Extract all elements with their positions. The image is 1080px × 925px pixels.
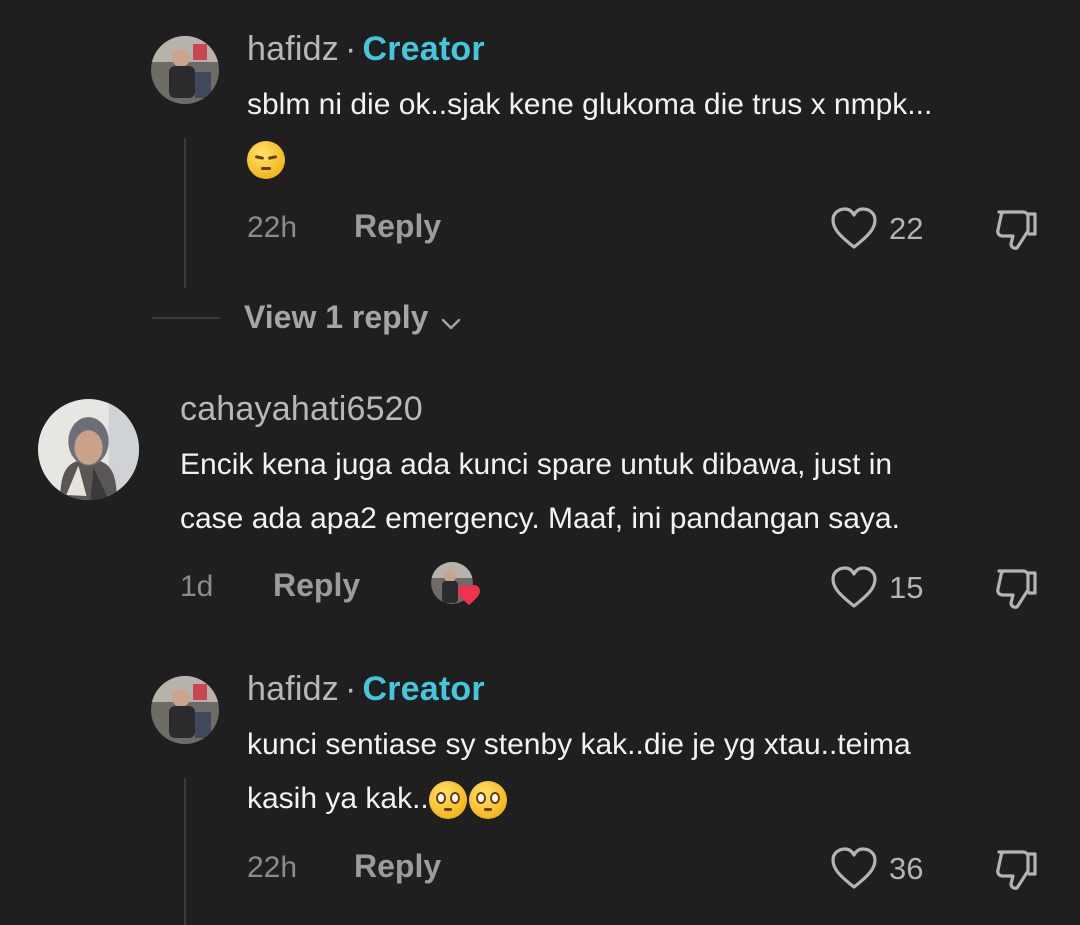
comment-text-line-with-emoji: kasih ya kak.. (247, 772, 911, 826)
separator: · (344, 670, 357, 708)
like-button[interactable] (830, 206, 878, 252)
like-count: 36 (889, 851, 924, 886)
username[interactable]: hafidz (247, 670, 339, 708)
comment-text: sblm ni die ok..sjak kene glukoma die tr… (247, 78, 932, 132)
view-replies-label: View 1 reply (244, 299, 429, 335)
dislike-button[interactable] (993, 206, 1041, 254)
divider (152, 317, 220, 319)
like-count: 15 (889, 570, 924, 605)
pensive-face-icon (247, 141, 285, 179)
chevron-down-icon (441, 318, 461, 329)
comment-time: 22h (247, 211, 298, 244)
comment-header: hafidz · Creator (247, 30, 485, 69)
pleading-face-icon (468, 781, 507, 820)
comment-text-line: kunci sentiase sy stenby kak..die je yg … (247, 728, 911, 761)
comment-text: Encik kena juga ada kunci spare untuk di… (180, 438, 900, 546)
creator-badge: Creator (362, 30, 485, 68)
thumbs-down-icon (996, 569, 1037, 609)
pensive-face-emoji (247, 141, 287, 179)
creator-badge: Creator (362, 670, 485, 708)
avatar-image (151, 36, 219, 104)
reply-button[interactable]: Reply (273, 567, 360, 604)
comment-text-line: case ada apa2 emergency. Maaf, ini panda… (180, 502, 900, 535)
comment-text-line: kasih ya kak.. (247, 782, 429, 815)
reply-button[interactable]: Reply (354, 208, 441, 245)
heart-icon (831, 847, 877, 889)
avatar[interactable] (151, 676, 219, 744)
dislike-button[interactable] (993, 846, 1041, 894)
avatar-image (38, 399, 139, 500)
comment-header: hafidz · Creator (247, 670, 485, 709)
creator-liked-indicator (431, 562, 483, 608)
thread-line (184, 778, 186, 925)
username[interactable]: hafidz (247, 30, 339, 68)
comment-text-line: Encik kena juga ada kunci spare untuk di… (180, 448, 893, 481)
pleading-face-icon (428, 781, 467, 820)
heart-badge-icon (458, 585, 480, 605)
thread-line (184, 138, 186, 288)
avatar[interactable] (38, 399, 139, 500)
separator: · (344, 30, 357, 68)
comment-text-line: sblm ni die ok..sjak kene glukoma die tr… (247, 88, 933, 121)
like-button[interactable] (830, 565, 878, 611)
comment-text: kunci sentiase sy stenby kak..die je yg … (247, 718, 911, 826)
like-count: 22 (889, 211, 924, 246)
dislike-button[interactable] (993, 565, 1041, 613)
reply-button[interactable]: Reply (354, 848, 441, 885)
username[interactable]: cahayahati6520 (180, 390, 423, 429)
view-replies-button[interactable]: View 1 reply (244, 299, 461, 336)
avatar[interactable] (151, 36, 219, 104)
thumbs-down-icon (996, 210, 1037, 250)
heart-icon (831, 566, 877, 608)
comment-time: 1d (180, 570, 214, 603)
comment-time: 22h (247, 851, 298, 884)
thumbs-down-icon (996, 850, 1037, 890)
avatar-image (151, 676, 219, 744)
like-button[interactable] (830, 846, 878, 892)
heart-icon (831, 207, 877, 249)
